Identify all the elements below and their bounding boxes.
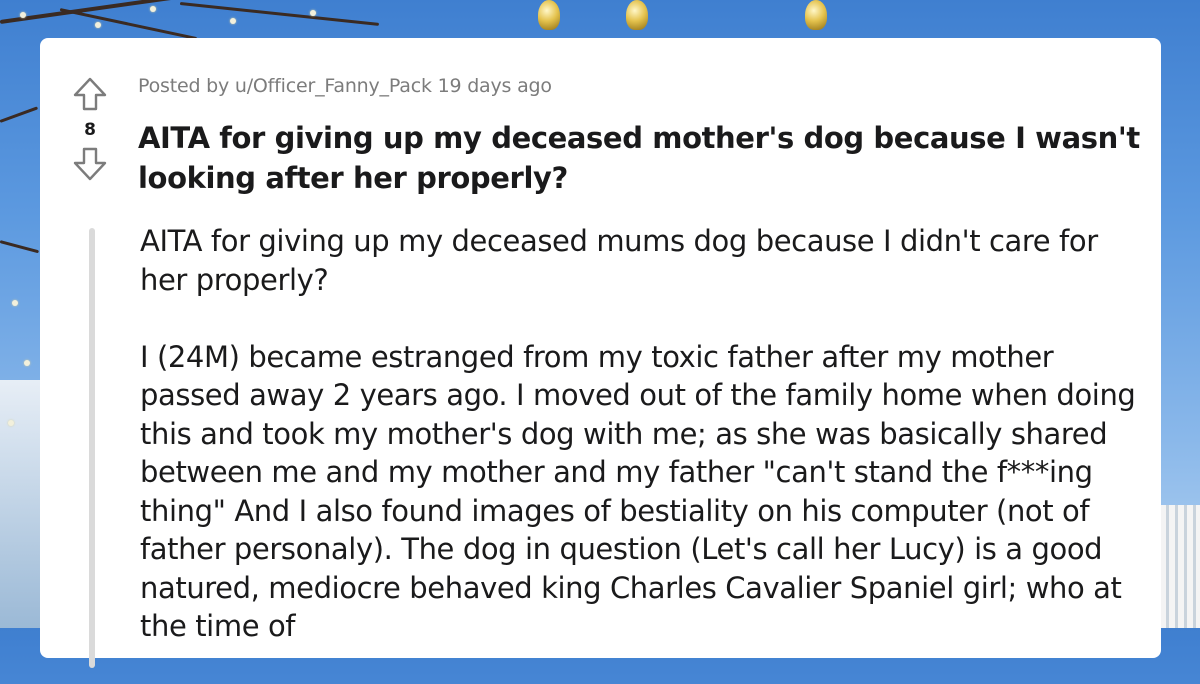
branch — [0, 106, 39, 123]
blossom — [230, 18, 236, 24]
upvote-arrow-icon[interactable] — [70, 76, 110, 112]
branch — [59, 8, 198, 41]
downvote-arrow-icon[interactable] — [70, 146, 110, 182]
blossom — [95, 22, 101, 28]
golden-dome — [805, 0, 827, 30]
blossom — [310, 10, 316, 16]
post-body-paragraph: I (24M) became estranged from my toxic f… — [140, 339, 1136, 644]
post-meta[interactable]: Posted by u/Officer_Fanny_Pack 19 days a… — [138, 75, 552, 97]
building-right — [1160, 505, 1200, 628]
post-body: AITA for giving up my deceased mums dog … — [140, 222, 1140, 684]
blossom — [12, 300, 18, 306]
branch — [0, 240, 40, 254]
branch — [179, 2, 380, 26]
post-card: 8 Posted by u/Officer_Fanny_Pack 19 days… — [40, 38, 1161, 668]
vote-column: 8 — [70, 76, 110, 182]
golden-dome — [538, 0, 560, 30]
blossom — [20, 12, 26, 18]
blossom — [8, 420, 14, 426]
post-title[interactable]: AITA for giving up my deceased mother's … — [138, 118, 1148, 198]
golden-dome — [626, 0, 648, 30]
thread-line — [89, 228, 95, 668]
building-left — [0, 380, 40, 628]
vote-count: 8 — [84, 120, 96, 140]
blossom — [24, 360, 30, 366]
blossom — [150, 6, 156, 12]
post-body-paragraph: AITA for giving up my deceased mums dog … — [140, 224, 1098, 297]
